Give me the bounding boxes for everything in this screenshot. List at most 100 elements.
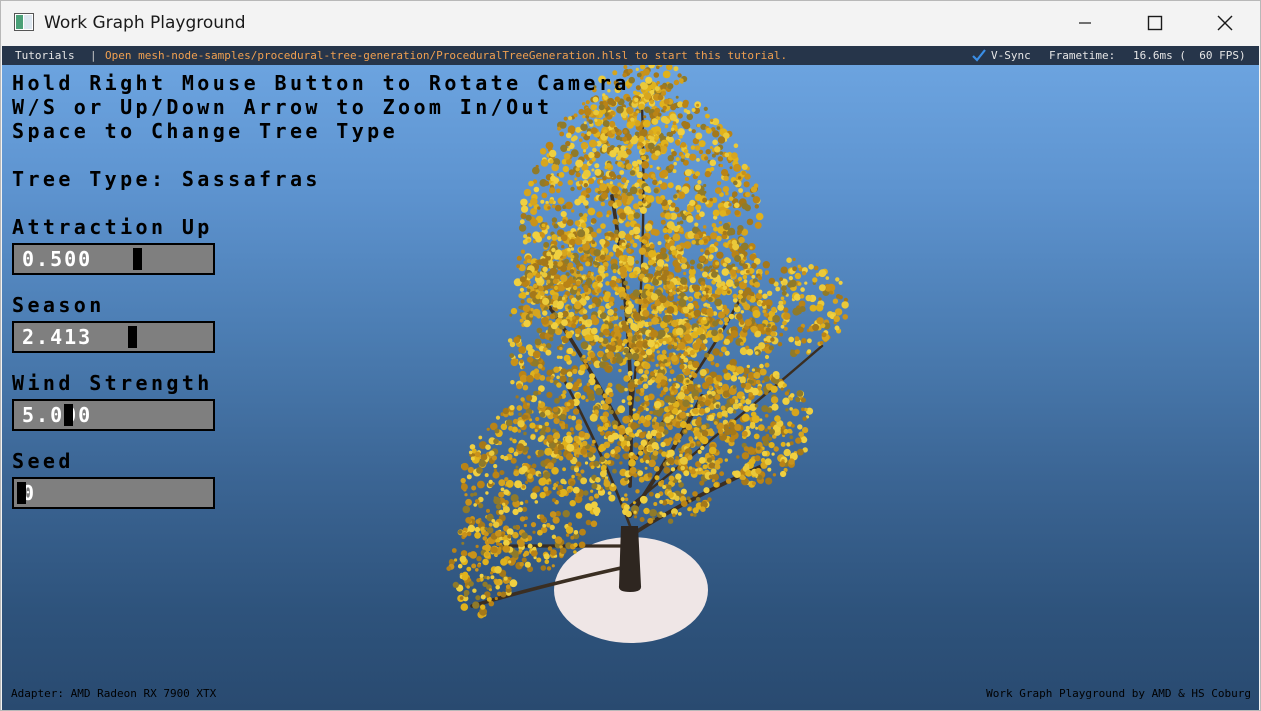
tree-leaf (558, 172, 565, 178)
tree-leaf (676, 319, 680, 322)
tree-leaf (645, 414, 652, 421)
tree-leaf (630, 323, 638, 331)
tree-leaf (489, 588, 492, 592)
tree-leaf (632, 413, 640, 421)
tree-leaf (565, 382, 573, 390)
tree-leaf (596, 211, 603, 218)
tree-leaf (674, 139, 681, 145)
tree-leaf (724, 257, 730, 263)
tree-leaf (657, 241, 662, 246)
tree-leaf (800, 287, 805, 292)
tree-leaf (694, 145, 701, 151)
tree-leaf (621, 324, 630, 332)
tree-leaf (834, 325, 840, 331)
tree-leaf (733, 180, 738, 186)
tree-leaf (535, 416, 540, 422)
tree-leaf (492, 471, 500, 479)
tree-leaf (764, 414, 769, 418)
menu-tutorials[interactable]: Tutorials (15, 49, 75, 62)
tree-leaf (642, 119, 651, 128)
tree-leaf (543, 486, 549, 492)
attraction-up-slider[interactable]: 0.500 (12, 243, 215, 275)
tree-leaf (566, 219, 574, 227)
tree-leaf (517, 353, 523, 359)
tree-leaf (698, 140, 706, 148)
tree-leaf (683, 286, 688, 290)
tree-leaf (560, 211, 567, 218)
tree-leaf (690, 145, 696, 150)
tree-leaf (727, 407, 734, 414)
slider-handle[interactable] (17, 482, 26, 504)
tree-leaf (656, 372, 664, 380)
close-button[interactable] (1190, 1, 1260, 45)
app-icon (14, 13, 34, 31)
tree-leaf (606, 162, 612, 169)
tree-leaf (611, 280, 616, 285)
tree-leaf (736, 313, 743, 320)
tree-leaf (675, 473, 682, 480)
tree-leaf (783, 448, 791, 457)
tree-leaf (683, 470, 690, 477)
tree-leaf (541, 428, 545, 433)
tree-leaf (669, 369, 675, 375)
tree-leaf (787, 281, 794, 288)
tree-leaf (734, 399, 739, 404)
tree-leaf (518, 293, 524, 299)
tree-leaf (677, 277, 681, 282)
render-viewport[interactable]: Tutorials | Open mesh-node-samples/proce… (2, 46, 1259, 710)
tree-leaf (746, 218, 754, 226)
tree-leaf (461, 574, 468, 581)
tree-leaf (604, 291, 611, 298)
tree-leaf (737, 176, 742, 180)
slider-handle[interactable] (64, 404, 73, 426)
minimize-button[interactable] (1050, 1, 1120, 45)
tree-leaf (705, 127, 712, 134)
tree-leaf (663, 98, 670, 105)
slider-handle[interactable] (133, 248, 142, 270)
tree-leaf (560, 425, 566, 430)
slider-handle[interactable] (128, 326, 137, 348)
wind-strength-slider[interactable]: 5.000 (12, 399, 215, 431)
vsync-label[interactable]: V-Sync (991, 49, 1031, 62)
tree-leaf (623, 280, 628, 286)
tree-leaf (714, 394, 721, 400)
tree-leaf (530, 549, 538, 557)
tree-leaf (752, 196, 761, 204)
tree-leaf (646, 451, 651, 456)
tree-leaf (649, 99, 654, 105)
tree-leaf (615, 155, 621, 161)
tree-leaf (755, 426, 759, 430)
tree-leaf (720, 281, 726, 287)
maximize-button[interactable] (1120, 1, 1190, 45)
vsync-checkbox[interactable] (972, 49, 986, 62)
tree-leaf (619, 212, 627, 220)
title-bar[interactable]: Work Graph Playground (1, 1, 1260, 45)
tree-leaf (688, 466, 693, 470)
window-title: Work Graph Playground (44, 13, 246, 33)
tree-leaf (563, 354, 571, 362)
tree-leaf (654, 150, 661, 156)
tree-leaf (515, 465, 519, 469)
seed-slider[interactable]: 0 (12, 477, 215, 509)
tree-leaf (634, 396, 641, 402)
tree-leaf (535, 235, 542, 243)
tree-leaf (734, 255, 742, 262)
tree-leaf (542, 266, 548, 272)
tree-leaf (712, 139, 718, 146)
season-slider[interactable]: 2.413 (12, 321, 215, 353)
tree-leaf (740, 242, 749, 251)
tree-leaf (778, 300, 784, 306)
tree-leaf (590, 127, 598, 134)
tree-leaf (675, 421, 681, 426)
tree-leaf (549, 159, 554, 164)
tree-leaf (574, 301, 582, 310)
tree-leaf (569, 269, 575, 274)
tree-leaf (768, 277, 776, 285)
tree-leaf (708, 414, 715, 421)
tree-leaf (606, 182, 610, 187)
tree-leaf (578, 108, 585, 115)
tree-leaf (627, 370, 633, 376)
tree-leaf (656, 166, 660, 170)
tree-leaf (549, 511, 557, 518)
tree-leaf (713, 482, 719, 488)
